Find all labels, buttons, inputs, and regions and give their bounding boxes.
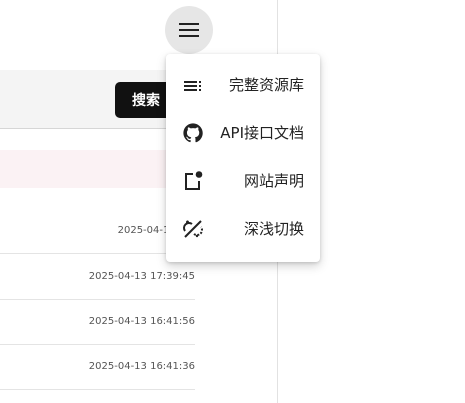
github-icon (183, 123, 203, 143)
menu-item-label: 网站声明 (243, 172, 304, 190)
menu-item-resource-library[interactable]: 完整资源库 (166, 61, 320, 109)
row-timestamp: 2025-04-13 16:41:56 (88, 316, 195, 327)
menu-item-site-statement[interactable]: 网站声明 (166, 157, 320, 205)
theme-toggle-icon (183, 220, 203, 238)
list-icon (184, 81, 201, 91)
list-item[interactable]: 2025-04-13 17:39:45 (0, 254, 195, 300)
dropdown-menu: 完整资源库 API接口文档 网站声明 深浅切换 (166, 54, 320, 262)
menu-item-theme-toggle[interactable]: 深浅切换 (166, 205, 320, 253)
menu-item-label: 深浅切换 (243, 220, 304, 238)
list-item[interactable]: 2025-04-13 16:41:36 (0, 344, 195, 390)
menu-item-label: 完整资源库 (228, 76, 304, 94)
menu-item-label: API接口文档 (220, 124, 304, 142)
notification-icon (185, 171, 203, 190)
menu-toggle-button[interactable] (165, 6, 213, 54)
menu-icon (179, 23, 199, 37)
row-timestamp: 2025-04-13 16:41:36 (88, 361, 195, 372)
list-item[interactable]: 2025-04-13 16:41:56 (0, 299, 195, 345)
menu-item-api-docs[interactable]: API接口文档 (166, 109, 320, 157)
